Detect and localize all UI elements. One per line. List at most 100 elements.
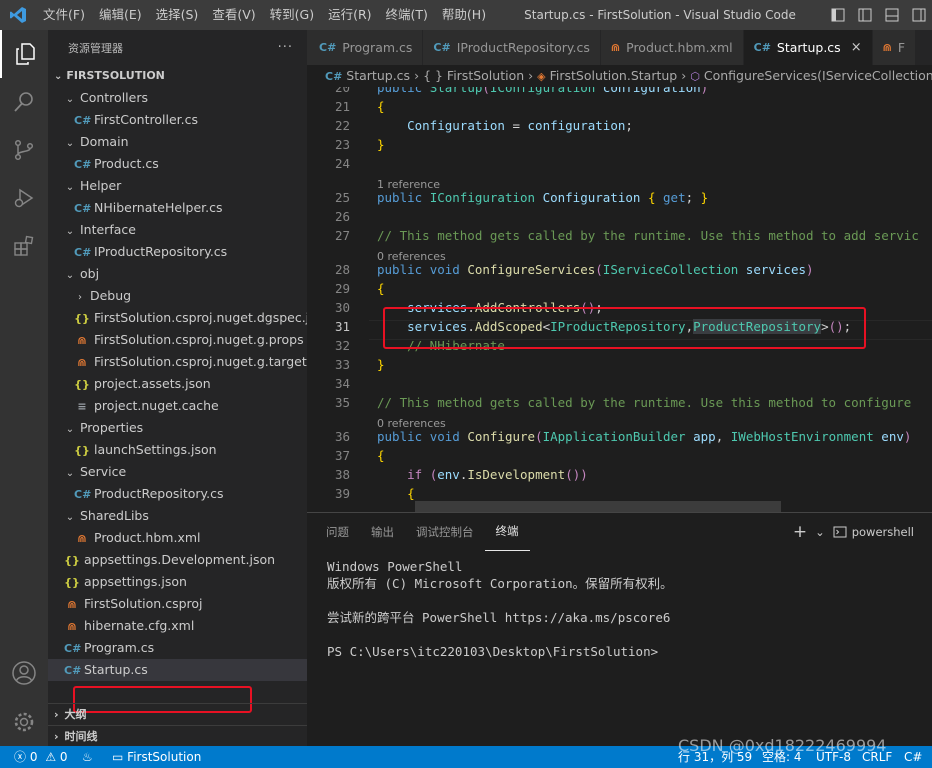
tree-item-label: FirstController.cs xyxy=(94,112,199,127)
tree-item-label: IProductRepository.cs xyxy=(94,244,228,259)
tree-item[interactable]: ⌄ Helper xyxy=(48,175,307,197)
tree-item[interactable]: {} FirstSolution.csproj.nuget.dgspec.json xyxy=(48,307,307,329)
tree-item[interactable]: ≡ project.nuget.cache xyxy=(48,395,307,417)
extensions-icon[interactable] xyxy=(0,222,48,270)
panel-tab[interactable]: 输出 xyxy=(360,513,405,551)
flame-icon[interactable]: ♨ xyxy=(82,746,93,768)
panel-tab[interactable]: 终端 xyxy=(484,513,530,551)
code-line[interactable]: Configuration = configuration; xyxy=(377,118,633,133)
code-line[interactable]: { xyxy=(377,281,385,296)
tree-item-label: project.nuget.cache xyxy=(94,398,219,413)
tree-item[interactable]: ⌄ Domain xyxy=(48,131,307,153)
hover-tooltip xyxy=(415,501,781,512)
menu-item[interactable]: 文件(F) xyxy=(36,0,92,30)
breadcrumb-item[interactable]: FirstSolution.Startup xyxy=(550,68,678,83)
code-line[interactable]: { xyxy=(377,486,415,501)
code-line[interactable]: public IConfiguration Configuration { ge… xyxy=(377,190,708,205)
timeline-section[interactable]: › 时间线 xyxy=(48,725,307,746)
tab-iproductrepository-cs[interactable]: C# IProductRepository.cs xyxy=(423,30,601,65)
tree-item[interactable]: ⋒ hibernate.cfg.xml xyxy=(48,615,307,637)
tree-item[interactable]: C# IProductRepository.cs xyxy=(48,241,307,263)
terminal-line: 版权所有 (C) Microsoft Corporation。保留所有权利。 xyxy=(327,576,673,591)
workspace-root-folder[interactable]: ⌄ FIRSTSOLUTION xyxy=(48,65,307,87)
tree-item[interactable]: C# FirstController.cs xyxy=(48,109,307,131)
code-line[interactable]: // This method gets called by the runtim… xyxy=(377,228,919,243)
code-line[interactable]: public Startup(IConfiguration configurat… xyxy=(377,87,708,95)
tree-item[interactable]: ⋒ FirstSolution.csproj xyxy=(48,593,307,615)
csharp-file-icon: C# xyxy=(325,70,343,83)
tree-item[interactable]: {} launchSettings.json xyxy=(48,439,307,461)
menu-item[interactable]: 终端(T) xyxy=(379,0,435,30)
tree-item[interactable]: C# Program.cs xyxy=(48,637,307,659)
terminal-output[interactable]: Windows PowerShell 版权所有 (C) Microsoft Cor… xyxy=(327,558,673,660)
xml-file-icon: ⋒ xyxy=(77,334,87,347)
more-actions-icon[interactable]: ··· xyxy=(278,40,293,55)
tab-program-cs[interactable]: C# Program.cs xyxy=(307,30,424,65)
menu-item[interactable]: 编辑(E) xyxy=(92,0,149,30)
breadcrumb-item[interactable]: ConfigureServices(IServiceCollection ser… xyxy=(704,68,932,83)
panel-tab[interactable]: 调试控制台 xyxy=(405,513,485,551)
menu-item[interactable]: 运行(R) xyxy=(321,0,378,30)
outline-section[interactable]: › 大纲 xyxy=(48,703,307,725)
tree-item[interactable]: › Debug xyxy=(48,285,307,307)
close-icon[interactable]: × xyxy=(851,40,862,55)
tree-item-label: Product.hbm.xml xyxy=(94,530,201,545)
tree-item[interactable]: ⋒ FirstSolution.csproj.nuget.g.props xyxy=(48,329,307,351)
menu-item[interactable]: 选择(S) xyxy=(149,0,206,30)
run-debug-icon[interactable] xyxy=(0,174,48,222)
layout-icon[interactable] xyxy=(824,0,851,30)
tree-item-label: Interface xyxy=(79,222,136,237)
terminal-shell-selector[interactable]: powershell xyxy=(833,525,914,539)
tree-item[interactable]: ⌄ Controllers xyxy=(48,87,307,109)
code-line[interactable]: { xyxy=(377,99,385,114)
add-terminal-icon[interactable]: + xyxy=(793,522,807,542)
terminal-dropdown-icon[interactable]: ⌄ xyxy=(815,525,825,539)
code-editor[interactable]: 20 public Startup(IConfiguration configur… xyxy=(307,87,932,512)
tree-item[interactable]: {} appsettings.json xyxy=(48,571,307,593)
search-icon[interactable] xyxy=(0,78,48,126)
tree-item[interactable]: C# Startup.cs xyxy=(48,659,307,681)
account-icon[interactable] xyxy=(0,649,48,697)
tree-item[interactable]: {} project.assets.json xyxy=(48,373,307,395)
code-line[interactable]: if (env.IsDevelopment()) xyxy=(377,467,588,482)
code-line[interactable]: } xyxy=(377,137,385,152)
tree-item[interactable]: C# ProductRepository.cs xyxy=(48,483,307,505)
manage-gear-icon[interactable] xyxy=(0,698,48,746)
menu-item[interactable]: 转到(G) xyxy=(263,0,321,30)
breadcrumb-item[interactable]: Startup.cs xyxy=(346,68,410,83)
tree-item[interactable]: C# Product.cs xyxy=(48,153,307,175)
layout-split-icon[interactable] xyxy=(851,0,878,30)
source-control-icon[interactable] xyxy=(0,126,48,174)
language-mode[interactable]: C# xyxy=(904,746,922,768)
code-line[interactable]: public void ConfigureServices(IServiceCo… xyxy=(377,262,814,277)
panel-tab[interactable]: 问题 xyxy=(315,513,360,551)
menu-item[interactable]: 帮助(H) xyxy=(435,0,493,30)
code-line[interactable]: { xyxy=(377,448,385,463)
menu-item[interactable]: 查看(V) xyxy=(205,0,262,30)
code-line[interactable]: public void Configure(IApplicationBuilde… xyxy=(377,429,911,444)
tab-f[interactable]: ⋒ F xyxy=(872,30,917,65)
tree-item[interactable]: ⋒ FirstSolution.csproj.nuget.g.targets xyxy=(48,351,307,373)
folder-icon: ▭ xyxy=(112,750,124,764)
code-line[interactable]: } xyxy=(377,357,385,372)
tab-product-hbm-xml[interactable]: ⋒ Product.hbm.xml xyxy=(600,30,744,65)
explorer-icon[interactable] xyxy=(0,30,48,78)
maximize-icon[interactable] xyxy=(905,0,932,30)
tree-item[interactable]: ⌄ Interface xyxy=(48,219,307,241)
problems-status[interactable]: ⓧ 0 ⚠ 0 xyxy=(14,746,68,768)
project-status[interactable]: ▭ FirstSolution xyxy=(112,746,201,768)
minimize-icon[interactable] xyxy=(878,0,905,30)
tree-item[interactable]: ⋒ Product.hbm.xml xyxy=(48,527,307,549)
tree-item[interactable]: ⌄ Properties xyxy=(48,417,307,439)
tree-item[interactable]: {} appsettings.Development.json xyxy=(48,549,307,571)
tree-item[interactable]: ⌄ obj xyxy=(48,263,307,285)
tree-item[interactable]: C# NHibernateHelper.cs xyxy=(48,197,307,219)
xml-file-icon: ⋒ xyxy=(77,532,87,545)
tree-item[interactable]: ⌄ Service xyxy=(48,461,307,483)
code-line[interactable]: // This method gets called by the runtim… xyxy=(377,395,911,410)
tree-item[interactable]: ⌄ SharedLibs xyxy=(48,505,307,527)
tab-startup-cs[interactable]: C# Startup.cs × xyxy=(743,30,873,65)
breadcrumb-item[interactable]: { } FirstSolution xyxy=(423,68,524,83)
line-number: 28 xyxy=(334,262,350,277)
